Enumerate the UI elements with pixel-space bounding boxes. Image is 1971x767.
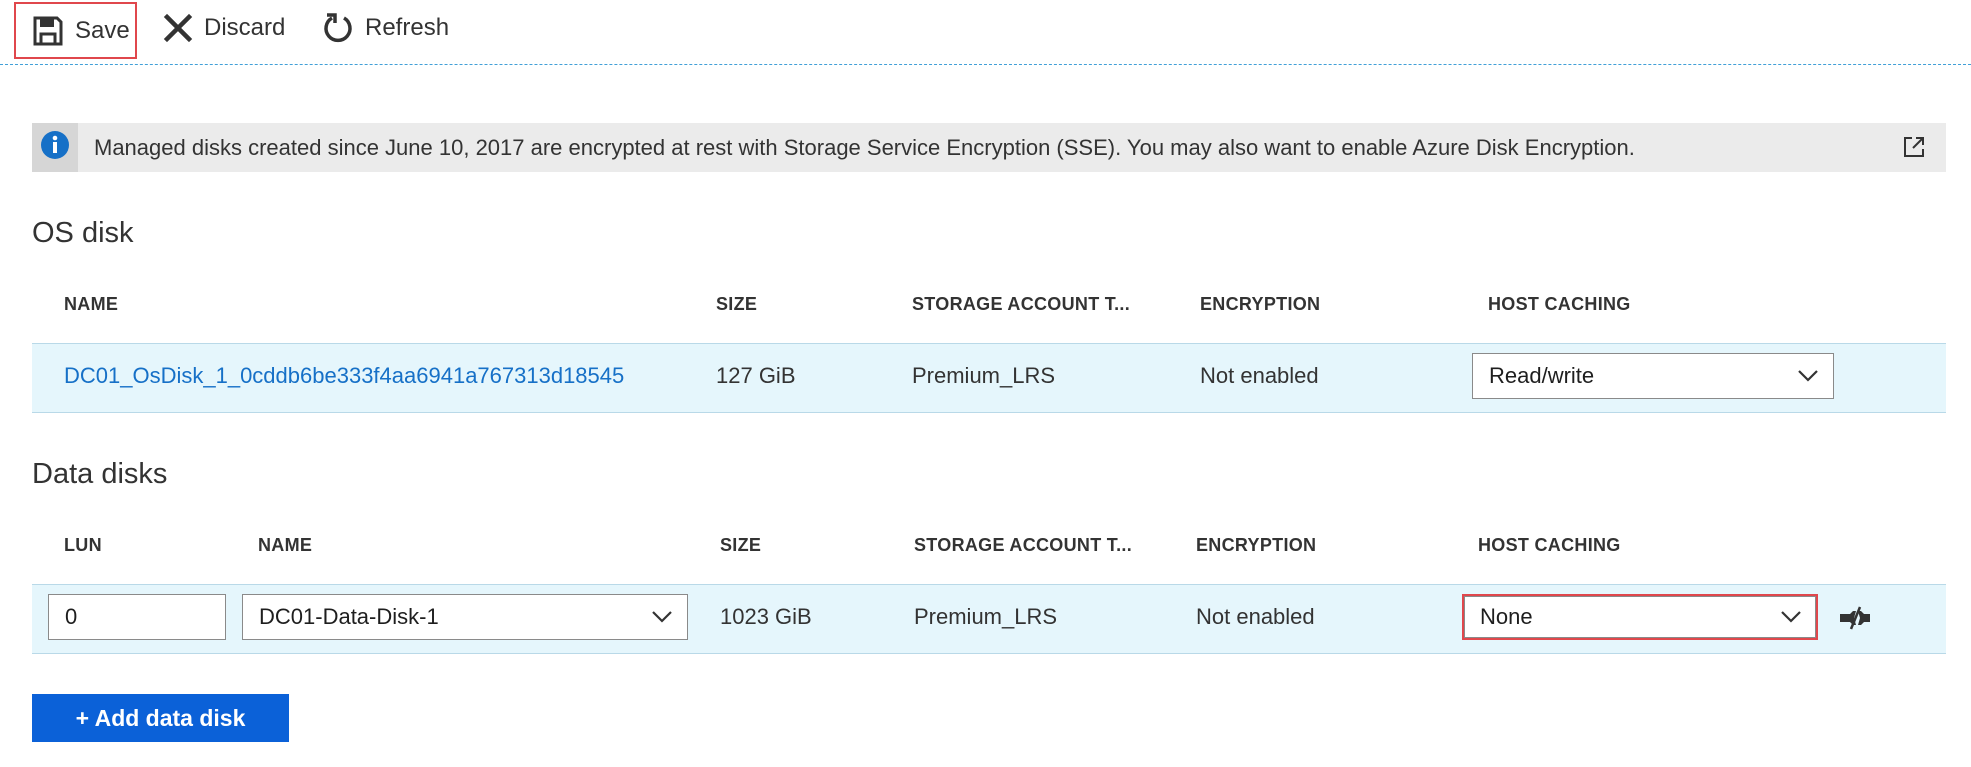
info-banner: Managed disks created since June 10, 201…	[32, 123, 1946, 172]
discard-label: Discard	[204, 14, 286, 41]
discard-button[interactable]: Discard	[163, 0, 285, 56]
data-header-host-caching: HOST CACHING	[1478, 535, 1621, 555]
os-disk-encryption: Not enabled	[1200, 363, 1319, 388]
os-disk-storage: Premium_LRS	[912, 363, 1056, 388]
chevron-down-icon	[1780, 604, 1802, 630]
save-button[interactable]: Save	[14, 2, 137, 59]
os-header-storage: STORAGE ACCOUNT T...	[912, 294, 1131, 314]
refresh-label: Refresh	[365, 14, 450, 41]
data-disk-name-value: DC01-Data-Disk-1	[259, 604, 439, 629]
data-disks-title: Data disks	[32, 458, 168, 490]
os-host-caching-value: Read/write	[1489, 363, 1595, 388]
data-disk-name-select[interactable]: DC01-Data-Disk-1	[242, 594, 688, 640]
data-disk-encryption: Not enabled	[1196, 604, 1315, 629]
data-header-encryption: ENCRYPTION	[1196, 535, 1317, 555]
banner-message: Managed disks created since June 10, 201…	[94, 134, 1635, 160]
data-header-storage: STORAGE ACCOUNT T...	[914, 535, 1133, 555]
os-header-name: NAME	[64, 294, 119, 314]
data-disk-size: 1023 GiB	[720, 604, 812, 629]
lun-input[interactable]: 0	[48, 594, 226, 640]
refresh-button[interactable]: Refresh	[322, 0, 449, 56]
os-header-encryption: ENCRYPTION	[1200, 294, 1321, 314]
data-header-name: NAME	[258, 535, 313, 555]
data-header-size: SIZE	[720, 535, 762, 555]
os-disk-name-link[interactable]: DC01_OsDisk_1_0cddb6be333f4aa6941a767313…	[64, 363, 624, 389]
external-link-icon[interactable]	[1902, 135, 1926, 164]
data-disk-storage: Premium_LRS	[914, 604, 1058, 629]
os-disk-size: 127 GiB	[716, 363, 796, 388]
close-icon	[163, 13, 193, 43]
info-icon	[40, 130, 70, 165]
data-disk-row: 0 DC01-Data-Disk-1 1023 GiB Premium_LRS …	[32, 584, 1946, 654]
os-disk-title: OS disk	[32, 217, 134, 249]
chevron-down-icon	[651, 604, 673, 630]
save-icon	[32, 15, 64, 47]
chevron-down-icon	[1797, 363, 1819, 389]
os-header-size: SIZE	[716, 294, 758, 314]
detach-icon[interactable]	[1838, 605, 1872, 636]
info-icon-container	[32, 123, 78, 172]
add-data-disk-button[interactable]: + Add data disk	[32, 694, 289, 742]
os-header-host-caching: HOST CACHING	[1488, 294, 1631, 314]
os-disk-row: DC01_OsDisk_1_0cddb6be333f4aa6941a767313…	[32, 343, 1946, 413]
save-label: Save	[75, 16, 130, 44]
command-bar: Save Discard Refresh	[0, 0, 1971, 65]
refresh-icon	[322, 12, 354, 44]
data-host-caching-select[interactable]: None	[1462, 594, 1818, 640]
data-host-caching-value: None	[1480, 604, 1533, 629]
os-host-caching-select[interactable]: Read/write	[1472, 353, 1834, 399]
data-header-lun: LUN	[64, 535, 102, 555]
